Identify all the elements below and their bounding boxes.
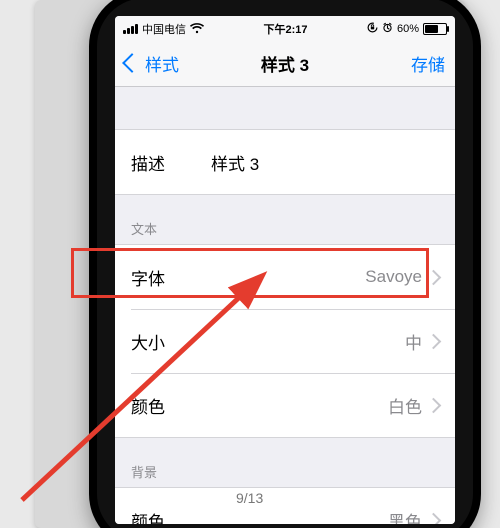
font-row[interactable]: 字体 Savoye: [115, 245, 455, 309]
page-indicator: 9/13: [236, 490, 263, 506]
description-value: 样式 3: [211, 150, 439, 175]
chevron-right-icon: [426, 397, 442, 413]
carrier-label: 中国电信: [142, 21, 186, 37]
status-bar: 中国电信 下午2:17: [115, 16, 455, 40]
text-color-value: 白色: [211, 393, 422, 418]
battery-icon: [423, 23, 447, 35]
phone-bezel: 中国电信 下午2:17: [97, 0, 473, 528]
text-group: 字体 Savoye 大小 中 颜色: [115, 244, 455, 438]
orientation-lock-icon: [367, 22, 378, 36]
size-row[interactable]: 大小 中: [115, 309, 455, 373]
text-color-label: 颜色: [131, 393, 211, 418]
chevron-right-icon: [426, 512, 442, 524]
background-group: 颜色 黑色 不透明度 50%: [115, 487, 455, 524]
description-row[interactable]: 描述 样式 3: [115, 130, 455, 194]
status-time: 下午2:17: [263, 21, 307, 37]
bg-color-row[interactable]: 颜色 黑色: [115, 488, 455, 524]
wifi-icon: [190, 23, 204, 36]
save-label: 存储: [411, 51, 445, 76]
size-label: 大小: [131, 329, 211, 354]
size-value: 中: [211, 329, 422, 354]
spacer: [115, 87, 455, 129]
chevron-right-icon: [426, 333, 442, 349]
bg-color-label: 颜色: [131, 508, 211, 525]
text-color-row[interactable]: 颜色 白色: [115, 373, 455, 437]
font-value: Savoye: [211, 267, 422, 287]
description-label: 描述: [131, 150, 211, 175]
battery-percent: 60%: [397, 23, 419, 35]
page-title: 样式 3: [261, 51, 309, 76]
navigation-bar: 样式 样式 3 存储: [115, 40, 455, 87]
section-header-text: 文本: [115, 195, 455, 244]
phone-frame: 中国电信 下午2:17: [89, 0, 481, 528]
photo-background: 中国电信 下午2:17: [35, 0, 465, 528]
status-right: 60%: [367, 22, 447, 36]
signal-icon: [123, 24, 138, 34]
chevron-right-icon: [426, 269, 442, 285]
description-group: 描述 样式 3: [115, 129, 455, 195]
screen: 中国电信 下午2:17: [115, 16, 455, 524]
back-label: 样式: [145, 51, 179, 76]
section-header-background: 背景: [115, 438, 455, 487]
back-button[interactable]: 样式: [125, 51, 195, 76]
chevron-left-icon: [122, 53, 142, 73]
status-left: 中国电信: [123, 21, 204, 37]
bg-color-value: 黑色: [211, 508, 422, 525]
save-button[interactable]: 存储: [375, 51, 445, 76]
font-label: 字体: [131, 265, 211, 290]
alarm-icon: [382, 22, 393, 36]
